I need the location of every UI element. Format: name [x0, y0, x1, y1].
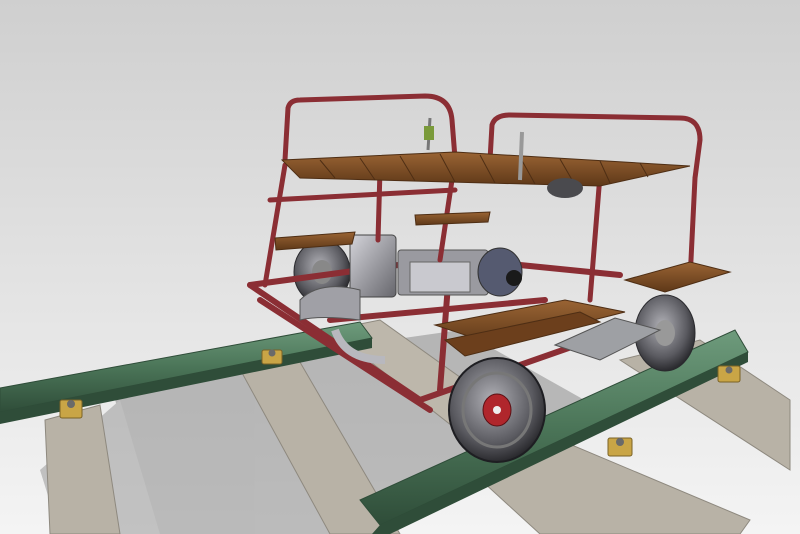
- front-wheels: [448, 357, 546, 463]
- engine-block: [349, 234, 397, 298]
- render-viewport: [0, 0, 800, 534]
- handcar-render: [0, 0, 800, 534]
